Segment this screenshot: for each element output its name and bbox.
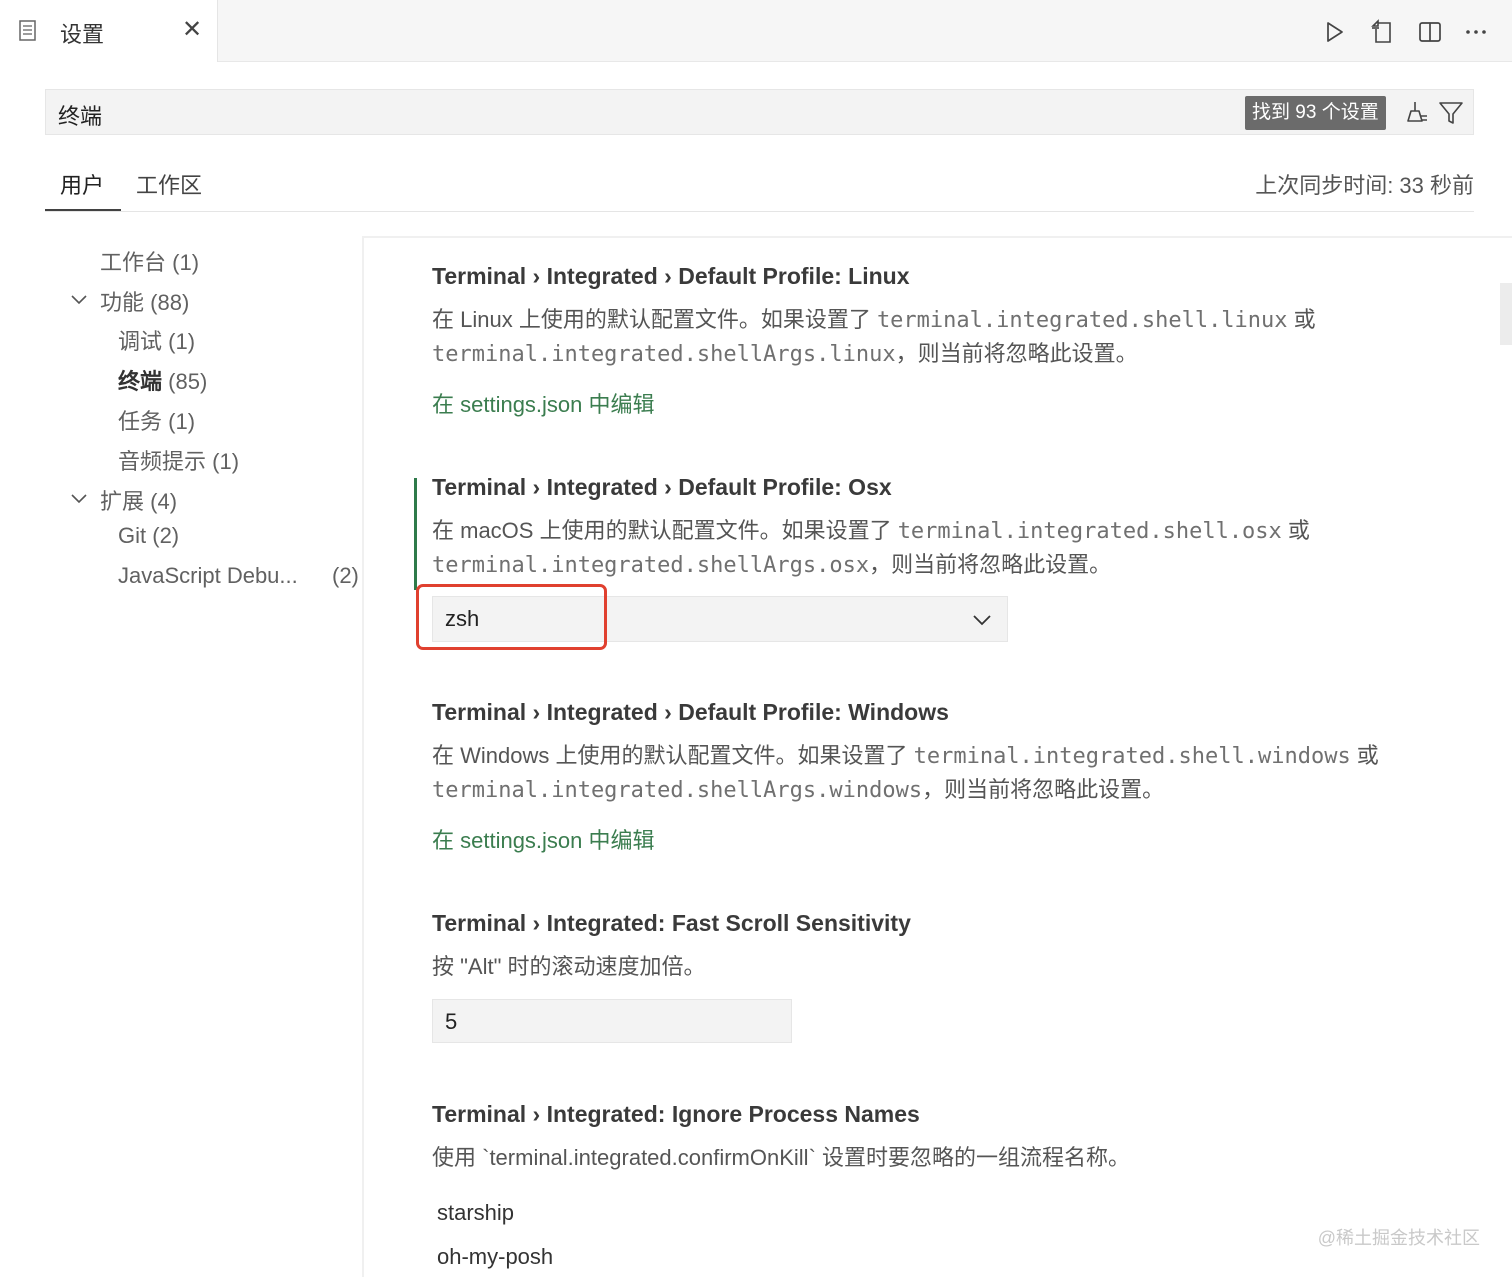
desc-text: ，则当前将忽略此设置。 xyxy=(869,552,1112,577)
setting-desc-ignore-process: 使用 `terminal.integrated.confirmOnKill` 设… xyxy=(432,1145,1131,1170)
toc-item-tasks[interactable]: 任务 (1) xyxy=(118,404,195,436)
desc-code: terminal.integrated.shellArgs.windows xyxy=(432,778,923,803)
clear-search-icon[interactable] xyxy=(1402,99,1430,127)
chevron-down-icon[interactable] xyxy=(69,289,89,309)
active-tab-indicator xyxy=(45,209,121,211)
focused-setting-indicator xyxy=(414,478,417,590)
scrollbar-thumb[interactable] xyxy=(1500,283,1512,345)
setting-desc-fast-scroll: 按 "Alt" 时的滚动速度加倍。 xyxy=(432,954,706,979)
tab-workspace[interactable]: 工作区 xyxy=(136,168,202,200)
toc-count: (2) xyxy=(332,563,359,588)
toc-count: (1) xyxy=(168,329,196,354)
desc-code: terminal.integrated.shell.osx xyxy=(897,519,1282,544)
toc-label: JavaScript Debu... xyxy=(118,563,298,588)
toc-label: 终端 xyxy=(118,369,163,394)
toc-item-features[interactable]: 功能 (88) xyxy=(100,285,189,317)
toc-item-audio-cues[interactable]: 音频提示 (1) xyxy=(118,444,239,476)
open-settings-json-icon[interactable] xyxy=(1367,16,1399,48)
setting-desc-osx: 在 macOS 上使用的默认配置文件。如果设置了 terminal.integr… xyxy=(432,514,1310,582)
desc-text: 或 xyxy=(1350,743,1379,768)
settings-file-icon xyxy=(18,20,38,42)
desc-text: 或 xyxy=(1281,518,1310,543)
toc-item-extensions[interactable]: 扩展 (4) xyxy=(100,484,177,516)
toc-count: (2) xyxy=(152,523,180,548)
toc-count: (1) xyxy=(212,449,240,474)
toc-label: 调试 xyxy=(118,329,163,354)
highlight-annotation-box xyxy=(416,584,607,650)
list-item[interactable]: starship xyxy=(437,1200,514,1226)
toc-count: (1) xyxy=(168,409,196,434)
toc-item-terminal[interactable]: 终端 (85) xyxy=(118,364,207,396)
watermark: @稀土掘金技术社区 xyxy=(1317,1228,1480,1248)
tab-user[interactable]: 用户 xyxy=(60,168,104,200)
toc-label: 工作台 xyxy=(100,250,167,275)
setting-desc-linux: 在 Linux 上使用的默认配置文件。如果设置了 terminal.integr… xyxy=(432,303,1316,371)
sync-status: 上次同步时间: 33 秒前 xyxy=(1255,173,1474,198)
toc-label: 功能 xyxy=(100,290,145,315)
setting-title-windows: Terminal › Integrated › Default Profile:… xyxy=(432,699,949,725)
fast-scroll-sensitivity-input[interactable]: 5 xyxy=(432,999,792,1043)
setting-title-ignore-process: Terminal › Integrated: Ignore Process Na… xyxy=(432,1101,920,1127)
scope-tabs-divider xyxy=(45,211,1474,212)
toc-count: (1) xyxy=(172,250,200,275)
desc-text: 或 xyxy=(1287,307,1316,332)
close-icon[interactable]: ✕ xyxy=(180,18,204,42)
desc-text: ，则当前将忽略此设置。 xyxy=(895,341,1138,366)
desc-code: terminal.integrated.shellArgs.linux xyxy=(432,342,896,367)
split-editor-icon[interactable] xyxy=(1414,16,1446,48)
toc-item-debug[interactable]: 调试 (1) xyxy=(118,324,195,356)
chevron-down-icon[interactable] xyxy=(69,488,89,508)
desc-code: terminal.integrated.shellArgs.osx xyxy=(432,553,870,578)
editor-tab-bar: 设置 ✕ xyxy=(0,0,1512,62)
desc-text: 在 Windows 上使用的默认配置文件。如果设置了 xyxy=(432,743,914,768)
result-count-badge: 找到 93 个设置 xyxy=(1245,96,1386,130)
desc-code: terminal.integrated.shell.windows xyxy=(913,744,1351,769)
toc-count: (88) xyxy=(150,290,190,315)
setting-desc-windows: 在 Windows 上使用的默认配置文件。如果设置了 terminal.inte… xyxy=(432,739,1379,807)
chevron-down-icon xyxy=(971,609,993,631)
edit-in-settings-json-link[interactable]: 在 settings.json 中编辑 xyxy=(432,823,655,855)
setting-title-fast-scroll: Terminal › Integrated: Fast Scroll Sensi… xyxy=(432,910,911,936)
run-icon[interactable] xyxy=(1318,16,1350,48)
settings-tab[interactable]: 设置 ✕ xyxy=(0,0,218,62)
input-value: 5 xyxy=(445,1009,458,1034)
toc-count: (4) xyxy=(150,489,178,514)
search-value: 终端 xyxy=(58,104,103,129)
filter-icon[interactable] xyxy=(1437,99,1465,127)
tab-title: 设置 xyxy=(60,22,105,47)
toc-item-workbench[interactable]: 工作台 (1) xyxy=(100,245,199,277)
desc-text: ，则当前将忽略此设置。 xyxy=(922,777,1165,802)
toc-item-js-debug[interactable]: JavaScript Debu... xyxy=(118,563,298,589)
toc-item-git[interactable]: Git (2) xyxy=(118,523,179,549)
list-item[interactable]: oh-my-posh xyxy=(437,1244,553,1270)
toc-count: (85) xyxy=(168,369,208,394)
toc-label: 音频提示 xyxy=(118,449,207,474)
toc-label: 扩展 xyxy=(100,489,145,514)
toc-label: 任务 xyxy=(118,409,163,434)
setting-title-linux: Terminal › Integrated › Default Profile:… xyxy=(432,263,910,289)
desc-text: 在 Linux 上使用的默认配置文件。如果设置了 xyxy=(432,307,877,332)
settings-search-input[interactable]: 终端 找到 93 个设置 xyxy=(45,89,1474,135)
setting-title-osx: Terminal › Integrated › Default Profile:… xyxy=(432,474,892,500)
edit-in-settings-json-link[interactable]: 在 settings.json 中编辑 xyxy=(432,387,655,419)
more-actions-icon[interactable] xyxy=(1460,16,1492,48)
desc-code: terminal.integrated.shell.linux xyxy=(876,308,1288,333)
desc-text: 在 macOS 上使用的默认配置文件。如果设置了 xyxy=(432,518,898,543)
toc-label: Git xyxy=(118,523,147,548)
